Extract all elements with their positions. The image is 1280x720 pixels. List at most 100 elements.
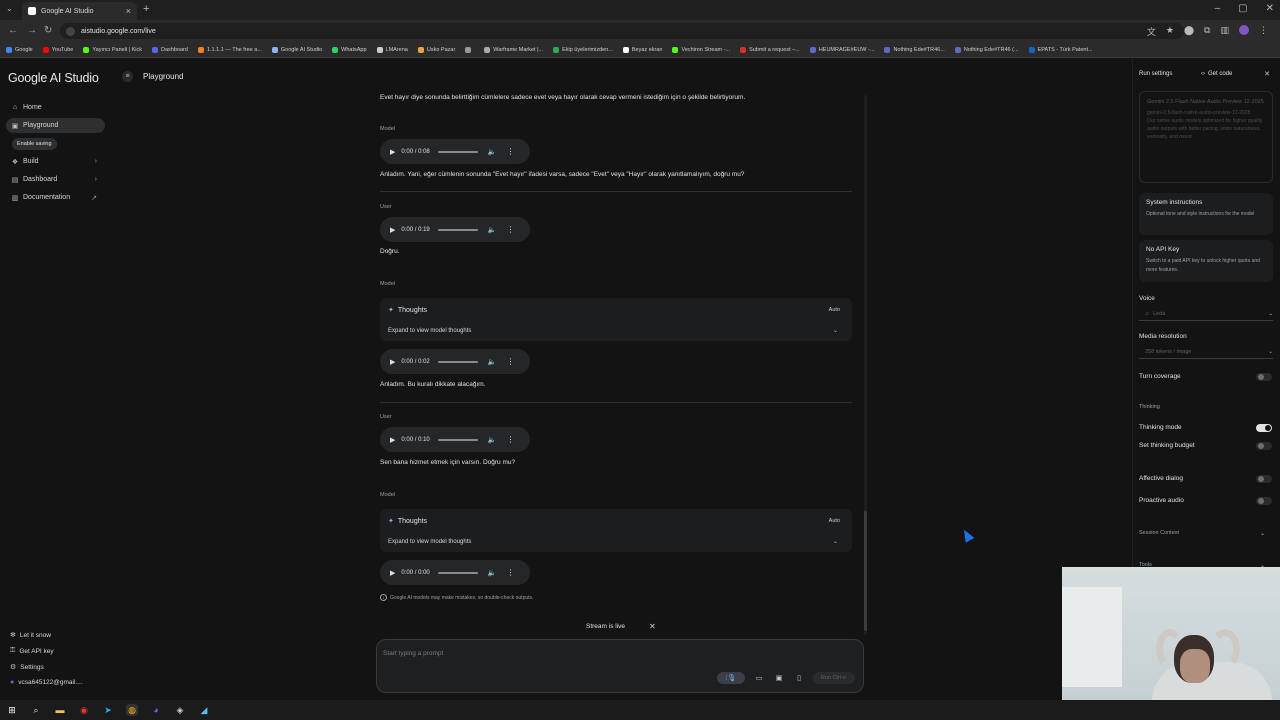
affective-dialog-toggle[interactable]	[1256, 475, 1272, 483]
chrome-icon[interactable]: ◍	[126, 704, 138, 716]
more-options-icon[interactable]: ⋮	[506, 435, 514, 444]
audio-player[interactable]: ▶ 0:00 / 0:00 🔈 ⋮	[380, 560, 530, 585]
new-tab-icon[interactable]: +	[143, 3, 149, 15]
run-button[interactable]: Run Ctrl ↵	[813, 672, 855, 684]
telegram-icon[interactable]: ➤	[102, 704, 114, 716]
chat-scrollbar-thumb[interactable]	[864, 511, 867, 631]
file-explorer-icon[interactable]: ▬	[54, 704, 66, 716]
system-instructions-card[interactable]: System instructions Optional tone and st…	[1139, 193, 1273, 235]
thoughts-panel[interactable]: ✦ Thoughts Auto Expand to view model thou…	[380, 298, 852, 341]
model-selector-card[interactable]: Gemini 2.5 Flash Native Audio Preview 12…	[1139, 91, 1273, 183]
minimize-icon[interactable]: –	[1215, 3, 1221, 14]
more-options-icon[interactable]: ⋮	[506, 357, 514, 366]
screen-share-icon[interactable]: ▣	[773, 672, 785, 684]
bookmark-item[interactable]: Vechiron Stream -...	[672, 46, 730, 53]
play-icon[interactable]: ▶	[390, 148, 395, 156]
sidepanel-icon[interactable]: ▥	[1220, 25, 1229, 38]
play-icon[interactable]: ▶	[390, 569, 395, 577]
more-options-icon[interactable]: ⋮	[506, 568, 514, 577]
audio-seek-bar[interactable]	[437, 571, 478, 574]
thinking-budget-toggle[interactable]	[1256, 442, 1272, 450]
bookmark-item[interactable]: Warframe Market |...	[484, 46, 543, 53]
bookmark-item[interactable]: Usko Pazar	[417, 46, 455, 53]
chevron-down-icon[interactable]: ⌄	[1260, 530, 1265, 537]
bookmark-star-icon[interactable]: ★	[1166, 25, 1174, 38]
more-options-icon[interactable]: ⋮	[506, 225, 514, 234]
browser-menu-icon[interactable]: ⋮	[1259, 25, 1268, 38]
steam-icon[interactable]: ◈	[174, 704, 186, 716]
browser-tab[interactable]: Google AI Studio ×	[22, 2, 137, 20]
session-context-header[interactable]: Session Context	[1139, 530, 1179, 536]
bookmark-item[interactable]: Ekip üyelerimizden...	[553, 46, 613, 53]
prompt-input[interactable]: Start typing a prompt ⦙🎙 ▭ ▣ ▯ Run Ctrl …	[376, 639, 864, 693]
volume-icon[interactable]: 🔈	[488, 569, 497, 577]
reload-icon[interactable]: ↻	[44, 25, 52, 36]
tab-list-chevron-icon[interactable]: ⌄	[6, 4, 13, 13]
bookmark-item[interactable]: LMArena	[376, 46, 408, 53]
volume-icon[interactable]: 🔈	[488, 226, 497, 234]
address-bar[interactable]: aistudio.google.com/live	[60, 23, 1184, 39]
play-icon[interactable]: ▶	[390, 226, 395, 234]
bookmark-item[interactable]: Submit a request –...	[740, 46, 800, 53]
bookmark-item[interactable]: Yayıncı Paneli | Kick	[83, 46, 142, 53]
expand-thoughts-label[interactable]: Expand to view model thoughts	[388, 328, 471, 334]
webcam-icon[interactable]: ▭	[753, 672, 765, 684]
close-panel-icon[interactable]: ✕	[1264, 70, 1270, 78]
extensions-puzzle-icon[interactable]: ⧉	[1204, 25, 1210, 38]
extension-icon[interactable]: ⬤	[1184, 25, 1194, 38]
app-icon[interactable]: ◉	[78, 704, 90, 716]
back-icon[interactable]: ←	[8, 25, 18, 36]
bookmark-item[interactable]: Dashboard	[152, 46, 188, 53]
windows-start-icon[interactable]: ⊞	[6, 704, 18, 716]
bookmark-item[interactable]: Nothing Ede#TR46...	[884, 46, 945, 53]
bookmark-item[interactable]: Google AI Studio	[271, 46, 322, 53]
volume-icon[interactable]: 🔈	[488, 148, 497, 156]
get-api-key-button[interactable]: ⚿ Get API key	[10, 647, 54, 655]
forward-icon[interactable]: →	[27, 25, 37, 36]
voice-select[interactable]: ♫ Leda ⌄	[1139, 308, 1273, 321]
maximize-icon[interactable]: ▢	[1238, 3, 1247, 14]
discord-icon[interactable]: ◕	[150, 704, 162, 716]
get-code-button[interactable]: ‹› Get code	[1201, 71, 1232, 77]
tab-close-icon[interactable]: ×	[126, 6, 131, 16]
stop-stream-icon[interactable]: ✕	[649, 622, 656, 631]
site-info-icon[interactable]	[66, 26, 75, 36]
nav-documentation[interactable]: ▥ Documentation ↗	[6, 190, 105, 205]
audio-player[interactable]: ▶ 0:00 / 0:19 🔈 ⋮	[380, 217, 530, 242]
bookmark-item[interactable]: 1.1.1.1 — The free a...	[197, 46, 262, 53]
nav-dashboard[interactable]: ▤ Dashboard ›	[6, 172, 105, 187]
bookmark-item[interactable]: WhatsApp	[332, 46, 367, 53]
settings-button[interactable]: ⚙ Settings	[10, 663, 44, 672]
bookmark-item[interactable]: Beyaz ekran	[622, 46, 662, 53]
menu-icon[interactable]: ≡	[122, 71, 133, 82]
bookmark-item[interactable]: EPATS - Türk Patent...	[1028, 46, 1093, 53]
chevron-down-icon[interactable]: ⌄	[833, 538, 838, 545]
app-icon[interactable]: ◢	[198, 704, 210, 716]
account-button[interactable]: ● vcsa645122@gmail....	[10, 679, 83, 686]
audio-seek-bar[interactable]	[437, 228, 478, 231]
audio-seek-bar[interactable]	[437, 360, 478, 363]
expand-thoughts-label[interactable]: Expand to view model thoughts	[388, 539, 471, 545]
thinking-mode-toggle[interactable]	[1256, 424, 1272, 432]
profile-avatar[interactable]	[1239, 25, 1249, 35]
chevron-down-icon[interactable]: ⌄	[833, 327, 838, 334]
audio-player[interactable]: ▶ 0:00 / 0:02 🔈 ⋮	[380, 349, 530, 374]
audio-player[interactable]: ▶ 0:00 / 0:10 🔈 ⋮	[380, 427, 530, 452]
window-close-icon[interactable]: ✕	[1266, 3, 1274, 14]
bookmark-item[interactable]: HEUMRAGE#EUW -...	[809, 46, 874, 53]
api-key-card[interactable]: No API Key Switch to a paid API key to u…	[1139, 240, 1273, 282]
bookmark-item[interactable]: Nothing Ede#TR46 (...	[954, 46, 1019, 53]
enable-saving-button[interactable]: Enable saving	[12, 138, 57, 150]
audio-seek-bar[interactable]	[437, 150, 478, 153]
play-icon[interactable]: ▶	[390, 358, 395, 366]
translate-icon[interactable]: 文	[1147, 25, 1156, 38]
more-options-icon[interactable]: ⋮	[506, 147, 514, 156]
bookmark-item[interactable]: YouTube	[42, 46, 73, 53]
let-it-snow-button[interactable]: ✻ Let it snow	[10, 631, 51, 640]
audio-player[interactable]: ▶ 0:00 / 0:08 🔈 ⋮	[380, 139, 530, 164]
nav-build[interactable]: ❖ Build ›	[6, 154, 105, 169]
volume-icon[interactable]: 🔈	[488, 436, 497, 444]
search-icon[interactable]: ⌕	[30, 704, 42, 716]
bookmark-item[interactable]: Google	[6, 46, 33, 53]
nav-home[interactable]: ⌂ Home	[6, 100, 105, 115]
